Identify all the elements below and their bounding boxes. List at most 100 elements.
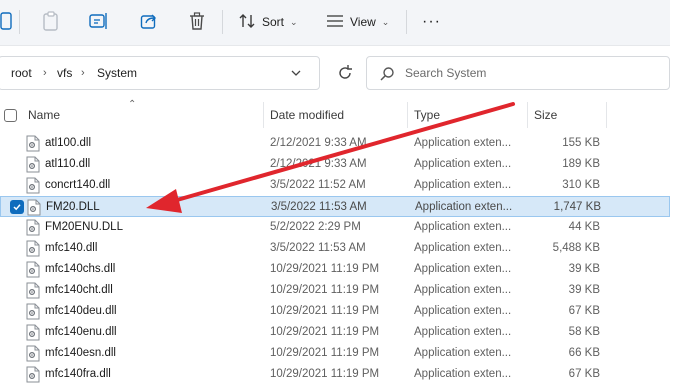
file-name: atl100.dll (45, 137, 92, 149)
toolbar-separator (222, 10, 223, 34)
file-size: 67 KB (568, 305, 600, 317)
new-icon[interactable] (0, 10, 18, 32)
file-type: Application exten... (414, 263, 512, 275)
file-type: Application exten... (414, 368, 512, 380)
command-bar: Sort ⌄ View ⌄ ··· (0, 0, 670, 46)
file-size: 58 KB (568, 326, 600, 338)
address-row: root › vfs › System Search System (0, 48, 670, 100)
row-checkbox[interactable] (10, 200, 24, 214)
file-row[interactable]: FM20ENU.DLL 5/2/2022 2:29 PM Application e… (0, 217, 670, 238)
chevron-down-icon[interactable] (289, 66, 303, 80)
breadcrumb-root[interactable]: root (11, 57, 32, 89)
file-size: 5,488 KB (552, 242, 600, 254)
view-icon (326, 14, 344, 31)
dll-file-icon (26, 156, 40, 173)
chevron-down-icon: ⌄ (381, 16, 390, 27)
column-header-row: ⌃ Name Date modified Type Size (0, 99, 670, 130)
file-date-modified: 10/29/2021 11:19 PM (270, 284, 380, 296)
delete-icon[interactable] (186, 10, 208, 32)
file-size: 67 KB (568, 368, 600, 380)
column-header-type[interactable]: Type (414, 100, 440, 130)
view-label: View (350, 15, 376, 29)
file-type: Application exten... (414, 179, 512, 191)
file-row[interactable]: mfc140fra.dll 10/29/2021 11:19 PM Applicat… (0, 364, 670, 385)
file-list: atl100.dll 2/12/2021 9:33 AM Application e… (0, 133, 670, 385)
dll-file-icon (26, 282, 40, 299)
file-size: 1,747 KB (553, 201, 601, 213)
search-placeholder: Search System (405, 66, 487, 80)
dll-file-icon (26, 261, 40, 278)
more-icon: ··· (422, 13, 441, 30)
file-type: Application exten... (414, 242, 512, 254)
breadcrumb-vfs[interactable]: vfs (57, 57, 72, 89)
share-icon[interactable] (138, 10, 160, 32)
file-size: 155 KB (562, 137, 600, 149)
column-divider[interactable] (407, 102, 408, 128)
search-icon (379, 66, 395, 82)
file-name: mfc140fra.dll (45, 368, 111, 380)
column-divider[interactable] (606, 102, 607, 128)
file-row[interactable]: mfc140chs.dll 10/29/2021 11:19 PM Applicat… (0, 259, 670, 280)
file-row[interactable]: mfc140deu.dll 10/29/2021 11:19 PM Applicat… (0, 301, 670, 322)
file-size: 66 KB (568, 347, 600, 359)
file-date-modified: 10/29/2021 11:19 PM (270, 326, 380, 338)
address-bar[interactable]: root › vfs › System (0, 56, 320, 90)
chevron-down-icon: ⌄ (290, 16, 298, 27)
search-input[interactable]: Search System (366, 56, 670, 90)
dll-file-icon (26, 324, 40, 341)
select-all-checkbox[interactable] (4, 109, 17, 122)
file-name: mfc140enu.dll (45, 326, 117, 338)
file-date-modified: 2/12/2021 9:33 AM (270, 137, 367, 149)
file-type: Application exten... (415, 201, 513, 213)
file-type: Application exten... (414, 305, 512, 317)
dll-file-icon (26, 135, 40, 152)
column-header-name[interactable]: Name (28, 100, 60, 130)
sort-icon (238, 13, 256, 32)
file-name: mfc140deu.dll (45, 305, 117, 317)
window-edge (670, 0, 700, 391)
dll-file-icon (26, 219, 40, 236)
file-type: Application exten... (414, 326, 512, 338)
dll-file-icon (26, 240, 40, 257)
more-options-button[interactable]: ··· (422, 10, 441, 34)
file-date-modified: 10/29/2021 11:19 PM (270, 347, 380, 359)
refresh-icon[interactable] (336, 64, 354, 82)
file-row[interactable]: mfc140.dll 3/5/2022 11:53 AM Application e… (0, 238, 670, 259)
file-row[interactable]: atl100.dll 2/12/2021 9:33 AM Application e… (0, 133, 670, 154)
column-header-date[interactable]: Date modified (270, 100, 344, 130)
file-size: 39 KB (568, 284, 600, 296)
file-row[interactable]: mfc140esn.dll 10/29/2021 11:19 PM Applicat… (0, 343, 670, 364)
paste-icon[interactable] (40, 10, 62, 32)
toolbar-separator (406, 10, 407, 34)
sort-button[interactable]: Sort ⌄ (238, 10, 298, 34)
dll-file-icon (27, 199, 41, 216)
file-type: Application exten... (414, 284, 512, 296)
column-divider[interactable] (263, 102, 264, 128)
file-date-modified: 5/2/2022 2:29 PM (270, 221, 361, 233)
file-date-modified: 10/29/2021 11:19 PM (270, 368, 380, 380)
rename-icon[interactable] (88, 10, 110, 32)
file-row[interactable]: atl110.dll 2/12/2021 9:33 AM Application e… (0, 154, 670, 175)
breadcrumb-system[interactable]: System (97, 57, 137, 89)
file-name: mfc140chs.dll (45, 263, 116, 275)
file-name: FM20.DLL (46, 201, 100, 213)
dll-file-icon (26, 303, 40, 320)
view-button[interactable]: View ⌄ (326, 10, 389, 34)
file-row-selected[interactable]: FM20.DLL 3/5/2022 11:53 AM Application ext… (0, 196, 670, 217)
file-name: concrt140.dll (45, 179, 111, 191)
file-size: 44 KB (568, 221, 600, 233)
dll-file-icon (26, 345, 40, 362)
toolbar-separator (19, 10, 20, 34)
file-row[interactable]: concrt140.dll 3/5/2022 11:52 AM Applicatio… (0, 175, 670, 196)
breadcrumb-chevron-icon: › (43, 67, 47, 79)
file-size: 39 KB (568, 263, 600, 275)
file-size: 189 KB (562, 158, 600, 170)
file-row[interactable]: mfc140cht.dll 10/29/2021 11:19 PM Applicat… (0, 280, 670, 301)
file-name: atl110.dll (45, 158, 91, 170)
file-type: Application exten... (414, 347, 512, 359)
file-name: mfc140cht.dll (45, 284, 113, 296)
column-header-size[interactable]: Size (534, 100, 557, 130)
file-type: Application exten... (414, 158, 512, 170)
file-row[interactable]: mfc140enu.dll 10/29/2021 11:19 PM Applicat… (0, 322, 670, 343)
column-divider[interactable] (527, 102, 528, 128)
